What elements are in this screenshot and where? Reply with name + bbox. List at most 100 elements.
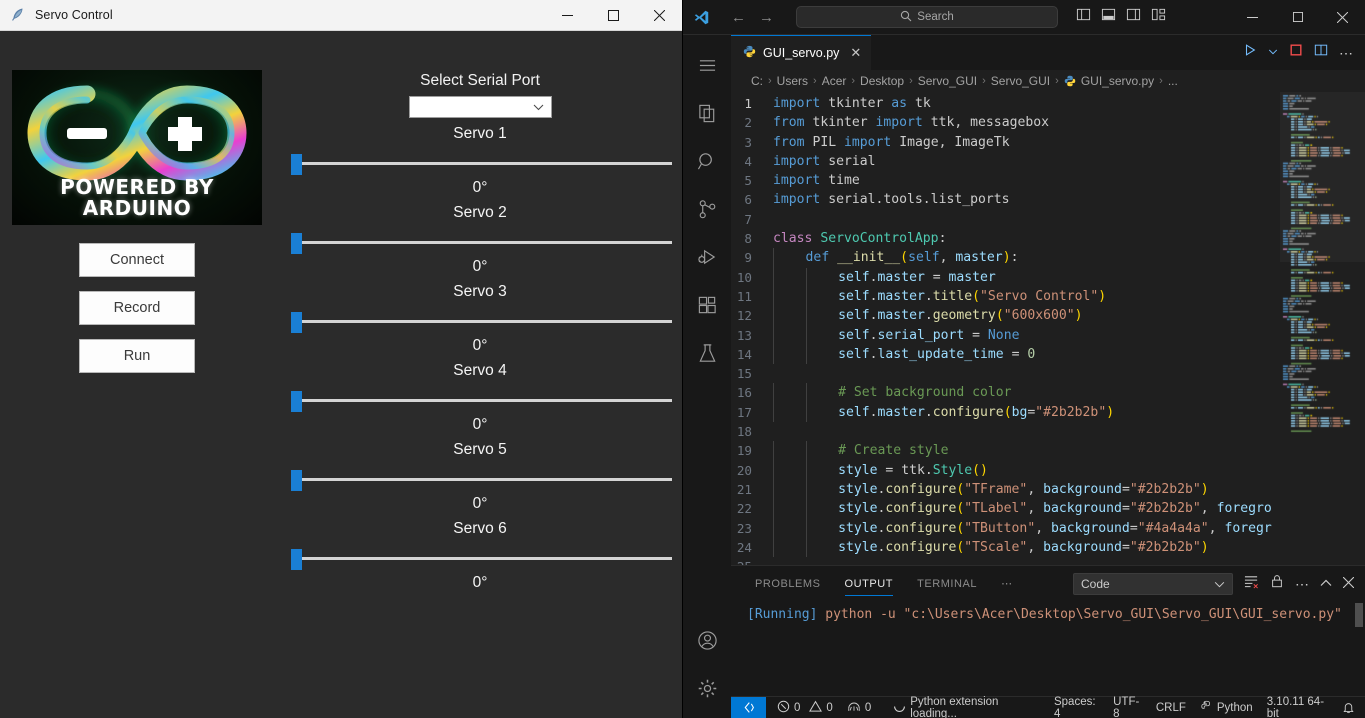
code-line-text: import serial.tools.list_ports	[773, 190, 1280, 209]
output-scrollbar[interactable]	[1355, 603, 1363, 627]
code-lines: 1import tkinter as tk2from tkinter impor…	[731, 92, 1280, 565]
clear-output-icon[interactable]	[1244, 574, 1259, 594]
tk-window-controls	[544, 0, 682, 31]
servo-2-slider[interactable]	[280, 228, 680, 256]
breadcrumb-item-6[interactable]: GUI_servo.py	[1081, 74, 1154, 88]
run-python-file-icon[interactable]	[1243, 43, 1257, 62]
code-line: 11 self.master.title("Servo Control")	[731, 287, 1280, 306]
record-button[interactable]: Record	[79, 291, 195, 325]
servo-6-slider[interactable]	[280, 544, 680, 572]
toggle-panel-icon[interactable]	[1101, 7, 1116, 27]
status-language-mode[interactable]: Python	[1193, 697, 1260, 718]
close-icon[interactable]: ✕	[850, 45, 861, 61]
tab-gui-servo-py[interactable]: GUI_servo.py ✕	[731, 35, 871, 70]
status-eol[interactable]: CRLF	[1149, 697, 1193, 718]
status-indentation[interactable]: Spaces: 4	[1047, 697, 1106, 718]
status-errors-warnings[interactable]: 0 0	[766, 697, 840, 718]
line-number: 1	[731, 94, 773, 113]
source-control-icon[interactable]	[683, 185, 731, 233]
slider-thumb[interactable]	[291, 470, 302, 491]
status-encoding[interactable]: UTF-8	[1106, 697, 1149, 718]
slider-thumb[interactable]	[291, 233, 302, 254]
breadcrumb-item-5[interactable]: Servo_GUI	[991, 74, 1050, 88]
panel-tab-more[interactable]: ⋯	[989, 566, 1025, 601]
vscode-title-bar: ← → Search	[683, 0, 1365, 35]
breadcrumb-item-7[interactable]: ...	[1168, 74, 1178, 88]
close-panel-icon[interactable]	[1343, 575, 1354, 593]
explorer-icon[interactable]	[683, 89, 731, 137]
minimap-viewport-slider[interactable]	[1280, 92, 1365, 262]
code-line: 3from PIL import Image, ImageTk	[731, 133, 1280, 152]
accounts-icon[interactable]	[683, 616, 731, 664]
lock-icon[interactable]	[1270, 574, 1284, 593]
servo-5-slider[interactable]	[280, 465, 680, 493]
slider-thumb[interactable]	[291, 549, 302, 570]
tk-close-button[interactable]	[636, 0, 682, 31]
output-content[interactable]: [Running] python -u "c:\Users\Acer\Deskt…	[731, 601, 1365, 696]
slider-thumb[interactable]	[291, 391, 302, 412]
more-actions-icon[interactable]: ⋯	[1339, 46, 1353, 60]
breadcrumb-item-0[interactable]: C:	[751, 74, 763, 88]
line-number: 4	[731, 152, 773, 171]
search-icon[interactable]	[683, 137, 731, 185]
output-channel-select[interactable]: Code	[1073, 573, 1233, 595]
testing-icon[interactable]	[683, 329, 731, 377]
screen: Servo Control	[0, 0, 1365, 718]
settings-gear-icon[interactable]	[683, 664, 731, 712]
command-center-search[interactable]: Search	[796, 6, 1058, 28]
stop-icon[interactable]	[1289, 43, 1303, 62]
forward-arrow-icon[interactable]: →	[759, 10, 774, 25]
panel-tab-output[interactable]: OUTPUT	[833, 566, 906, 601]
breadcrumb-separator-icon: ›	[1159, 75, 1163, 87]
customize-layout-icon[interactable]	[1151, 7, 1166, 27]
remote-window-icon[interactable]	[731, 697, 766, 718]
servo-3-label: Servo 3	[280, 283, 680, 301]
vscode-minimize-button[interactable]	[1230, 0, 1275, 35]
tk-maximize-button[interactable]	[590, 0, 636, 31]
back-arrow-icon[interactable]: ←	[731, 10, 746, 25]
chevron-up-icon[interactable]	[1320, 575, 1332, 593]
breadcrumb-item-2[interactable]: Acer	[822, 74, 847, 88]
line-number: 5	[731, 171, 773, 190]
servo-4-slider[interactable]	[280, 386, 680, 414]
servo-block: Servo 3 0°	[280, 283, 680, 355]
minimap[interactable]	[1280, 92, 1365, 565]
vscode-maximize-button[interactable]	[1275, 0, 1320, 35]
panel-tab-problems[interactable]: PROBLEMS	[743, 566, 833, 601]
vscode-close-button[interactable]	[1320, 0, 1365, 35]
servo-3-slider[interactable]	[280, 307, 680, 335]
code-line-text: style.configure("TFrame", background="#2…	[773, 480, 1280, 499]
split-editor-icon[interactable]	[1314, 43, 1328, 62]
slider-thumb[interactable]	[291, 312, 302, 333]
breadcrumb: C: › Users › Acer › Desktop › Servo_GUI …	[731, 70, 1365, 92]
menu-icon[interactable]	[683, 41, 731, 89]
slider-thumb[interactable]	[291, 154, 302, 175]
code-editor[interactable]: 1import tkinter as tk2from tkinter impor…	[731, 92, 1365, 565]
code-line-text: import time	[773, 171, 1280, 190]
status-ports[interactable]: 0	[840, 697, 878, 718]
error-count: 0	[794, 702, 800, 714]
code-line-text: self.master = master	[773, 268, 1280, 287]
breadcrumb-item-1[interactable]: Users	[777, 74, 808, 88]
line-number: 21	[731, 480, 773, 499]
toggle-primary-sidebar-icon[interactable]	[1076, 7, 1091, 27]
run-button[interactable]: Run	[79, 339, 195, 373]
run-and-debug-icon[interactable]	[683, 233, 731, 281]
tk-minimize-button[interactable]	[544, 0, 590, 31]
notifications-bell-icon[interactable]	[1335, 697, 1365, 718]
serial-port-combobox[interactable]	[409, 96, 552, 118]
status-task-progress[interactable]: Python extension loading...	[886, 697, 1047, 718]
chevron-down-icon[interactable]	[1268, 44, 1278, 62]
breadcrumb-item-4[interactable]: Servo_GUI	[918, 74, 977, 88]
servo-1-slider[interactable]	[280, 149, 680, 177]
breadcrumb-item-3[interactable]: Desktop	[860, 74, 904, 88]
slider-track	[291, 241, 672, 244]
more-actions-icon[interactable]: ⋯	[1295, 577, 1309, 591]
panel-tab-terminal[interactable]: TERMINAL	[905, 566, 989, 601]
vscode-window: ← → Search	[683, 0, 1365, 718]
code-text-area[interactable]: 1import tkinter as tk2from tkinter impor…	[731, 92, 1280, 565]
connect-button[interactable]: Connect	[79, 243, 195, 277]
status-interpreter[interactable]: 3.10.11 64-bit	[1260, 697, 1335, 718]
toggle-secondary-sidebar-icon[interactable]	[1126, 7, 1141, 27]
extensions-icon[interactable]	[683, 281, 731, 329]
